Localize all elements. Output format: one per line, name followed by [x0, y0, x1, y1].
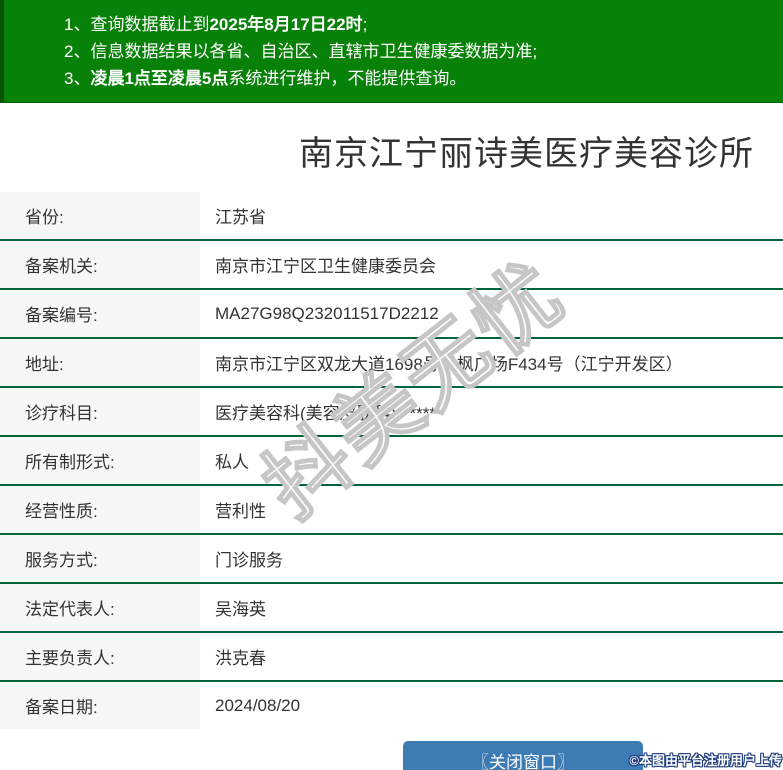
notice-1-text: 1、查询数据截止到: [64, 15, 210, 34]
notice-2-text: 2、信息数据结果以各省、自治区、直辖市卫生健康委数据为准;: [64, 42, 538, 61]
row-value: MA27G98Q232011517D2212: [215, 303, 439, 323]
notice-3-text: 3、: [64, 69, 91, 88]
table-row-province: 省份: 江苏省: [0, 192, 783, 241]
row-value: 营利性: [215, 502, 266, 521]
row-label: 地址:: [0, 339, 200, 386]
row-value: 私人: [215, 453, 249, 472]
table-row-legal-representative: 法定代表人: 吴海英: [0, 584, 783, 633]
notice-line-1: 1、查询数据截止到2025年8月17日22时;: [64, 11, 773, 38]
row-label: 备案机关:: [0, 241, 200, 288]
table-row-operation-nature: 经营性质: 营利性: [0, 486, 783, 535]
notice-line-3: 3、凌晨1点至凌晨5点系统进行维护，不能提供查询。: [64, 65, 773, 92]
page-title: 南京江宁丽诗美医疗美容诊所: [299, 135, 754, 173]
notice-3-bold: 凌晨1点至凌晨5点: [90, 69, 229, 88]
row-label: 省份:: [0, 192, 200, 239]
table-row-service-mode: 服务方式: 门诊服务: [0, 535, 783, 584]
row-label: 备案编号:: [0, 290, 200, 337]
row-value: 江苏省: [215, 208, 266, 227]
row-label: 主要负责人:: [0, 633, 200, 680]
row-label: 服务方式:: [0, 535, 200, 582]
row-label: 所有制形式:: [0, 437, 200, 484]
notice-3-suffix: 系统进行维护，不能提供查询。: [228, 69, 467, 88]
row-label: 诊疗科目:: [0, 388, 200, 435]
row-value: 洪克春: [215, 649, 266, 668]
registration-info-page: 1、查询数据截止到2025年8月17日22时; 2、信息数据结果以各省、自治区、…: [0, 0, 783, 770]
notice-1-suffix: ;: [362, 15, 368, 34]
table-row-address: 地址: 南京市江宁区双龙大道1698号景枫广场F434号（江宁开发区）: [0, 339, 783, 388]
row-value: 门诊服务: [215, 551, 283, 570]
table-row-filing-number: 备案编号: MA27G98Q232011517D2212: [0, 290, 783, 339]
close-window-button[interactable]: 〖关闭窗口〗: [403, 741, 643, 770]
row-value: 南京市江宁区双龙大道1698号景枫广场F434号（江宁开发区）: [215, 355, 683, 374]
row-label: 经营性质:: [0, 486, 200, 533]
table-row-filing-date: 备案日期: 2024/08/20: [0, 682, 783, 729]
info-table: 省份: 江苏省 备案机关: 南京市江宁区卫生健康委员会 备案编号: MA27G9…: [0, 192, 783, 729]
credit-watermark: ©本图由平台注册用户上传: [629, 753, 782, 768]
table-row-filing-authority: 备案机关: 南京市江宁区卫生健康委员会: [0, 241, 783, 290]
table-row-treatment-subjects: 诊疗科目: 医疗美容科(美容皮肤科)******: [0, 388, 783, 437]
row-value: 吴海英: [215, 600, 266, 619]
row-value: 2024/08/20: [215, 695, 301, 715]
notice-line-2: 2、信息数据结果以各省、自治区、直辖市卫生健康委数据为准;: [64, 38, 773, 65]
notice-banner: 1、查询数据截止到2025年8月17日22时; 2、信息数据结果以各省、自治区、…: [0, 0, 783, 103]
row-value: 南京市江宁区卫生健康委员会: [215, 257, 436, 276]
notice-1-bold: 2025年8月17日22时: [209, 15, 363, 34]
row-label: 法定代表人:: [0, 584, 200, 631]
row-label: 备案日期:: [0, 682, 200, 729]
table-row-ownership-form: 所有制形式: 私人: [0, 437, 783, 486]
table-row-principal: 主要负责人: 洪克春: [0, 633, 783, 682]
row-value: 医疗美容科(美容皮肤科)******: [215, 404, 437, 423]
